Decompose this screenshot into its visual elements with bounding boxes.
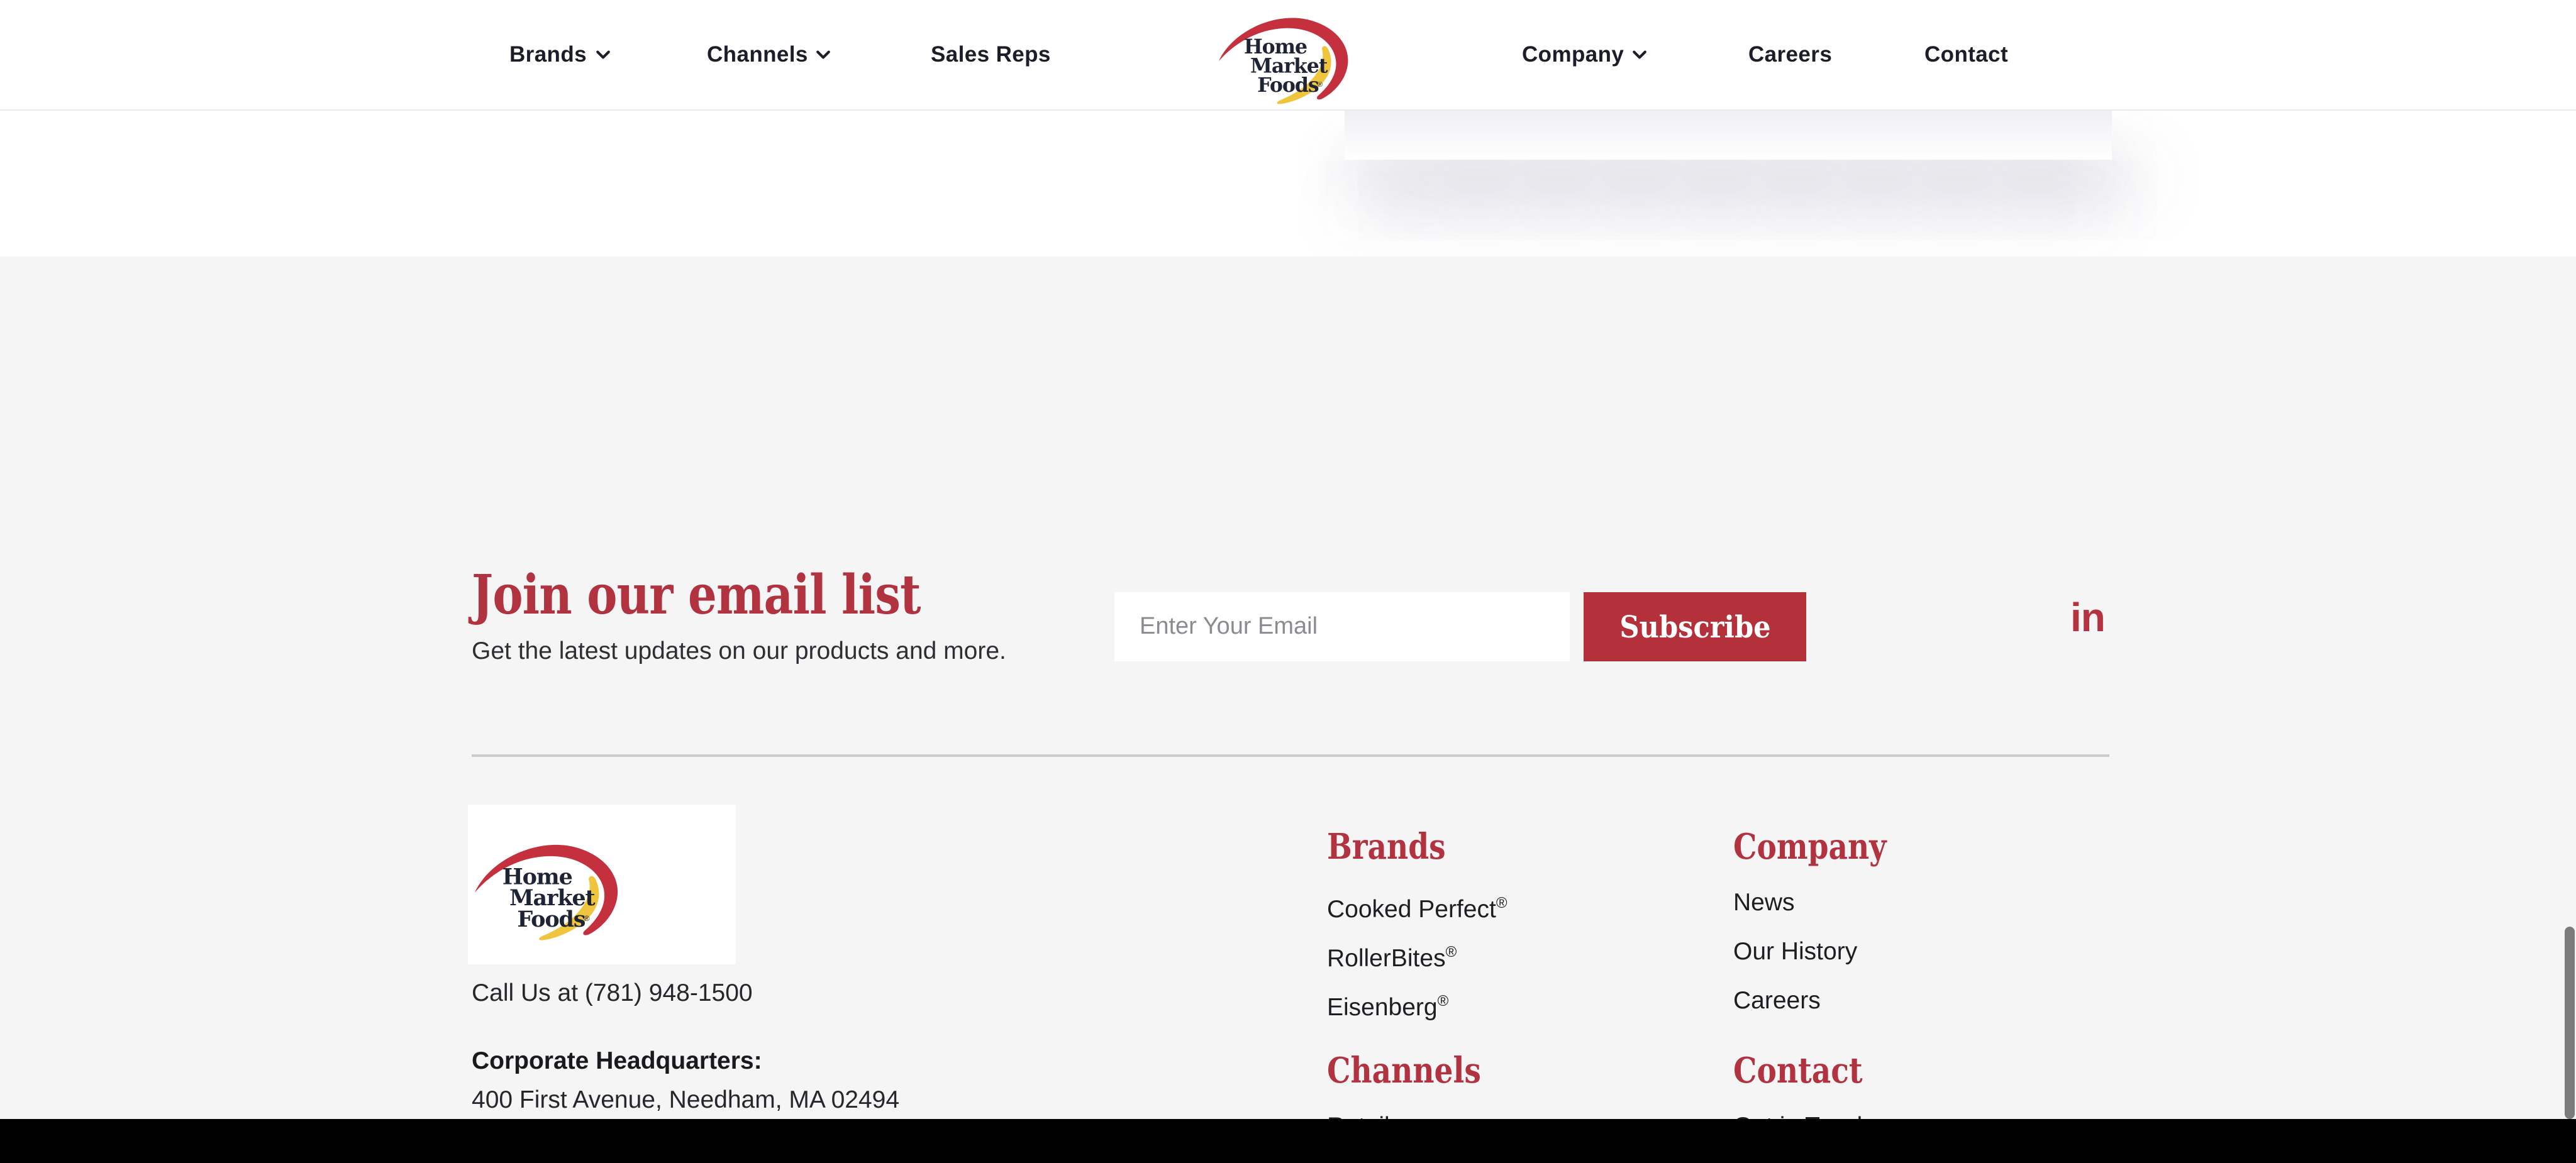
nav-item-company[interactable]: Company	[1522, 0, 1646, 109]
chevron-down-icon	[596, 50, 609, 59]
nav-item-contact[interactable]: Contact	[1924, 0, 2008, 109]
nav-item-label: Careers	[1748, 41, 1832, 68]
footer-column-brands: Brands Cooked Perfect® RollerBites® Eise…	[1327, 829, 1704, 1037]
logo-reg-mark: ®	[1318, 81, 1323, 89]
top-navigation: Brands Channels Sales Reps Company Caree…	[0, 0, 2576, 111]
home-market-foods-footer-logo[interactable]: Home Market Foods ®	[470, 832, 626, 943]
subscribe-button[interactable]: Subscribe	[1584, 592, 1806, 661]
chevron-down-icon	[817, 50, 831, 59]
newsletter-heading: Join our email list	[472, 566, 1006, 626]
column-title: Channels	[1327, 1052, 1704, 1090]
footer-link-rollerbites[interactable]: RollerBites®	[1327, 939, 1704, 966]
subscribe-label: Subscribe	[1619, 609, 1770, 645]
column-title: Company	[1733, 829, 2111, 866]
linkedin-icon[interactable]: in	[2070, 596, 2105, 639]
column-title: Contact	[1733, 1052, 2111, 1090]
nav-dropdown-panel	[1345, 111, 2112, 160]
nav-item-channels[interactable]: Channels	[707, 0, 831, 109]
bottom-bar	[0, 1119, 2576, 1163]
nav-item-label: Brands	[509, 41, 587, 68]
logo-text-line3: Foods	[1257, 74, 1319, 97]
nav-item-label: Contact	[1924, 41, 2008, 68]
nav-item-brands[interactable]: Brands	[509, 0, 609, 109]
nav-item-sales-reps[interactable]: Sales Reps	[931, 0, 1051, 109]
email-input[interactable]	[1114, 592, 1570, 661]
nav-item-label: Sales Reps	[931, 41, 1051, 68]
vertical-scrollbar-thumb[interactable]	[2565, 927, 2575, 1119]
nav-item-label: Channels	[707, 41, 808, 68]
footer-divider	[472, 754, 2109, 757]
footer-link-careers[interactable]: Careers	[1733, 988, 2111, 1015]
footer: Join our email list Get the latest updat…	[0, 256, 2576, 1119]
footer-link-eisenberg[interactable]: Eisenberg®	[1327, 988, 1704, 1015]
column-title: Brands	[1327, 829, 1704, 866]
chevron-down-icon	[1633, 50, 1646, 59]
nav-item-label: Company	[1522, 41, 1624, 68]
footer-link-news[interactable]: News	[1733, 890, 2111, 917]
phone-line[interactable]: Call Us at (781) 948-1500	[472, 979, 753, 1007]
footer-link-our-history[interactable]: Our History	[1733, 939, 2111, 966]
logo-text-line3: Foods	[517, 907, 585, 932]
newsletter-subheading: Get the latest updates on our products a…	[472, 637, 1006, 666]
footer-column-company: Company News Our History Careers	[1733, 829, 2111, 1037]
home-market-foods-logo[interactable]: Home Market Foods ®	[1215, 8, 1356, 106]
nav-item-careers[interactable]: Careers	[1748, 0, 1832, 109]
logo-reg-mark: ®	[584, 914, 589, 923]
footer-link-cooked-perfect[interactable]: Cooked Perfect®	[1327, 890, 1704, 917]
page: Brands Channels Sales Reps Company Caree…	[0, 0, 2576, 1163]
hq-address: 400 First Avenue, Needham, MA 02494	[472, 1086, 899, 1114]
hq-label: Corporate Headquarters:	[472, 1047, 762, 1075]
